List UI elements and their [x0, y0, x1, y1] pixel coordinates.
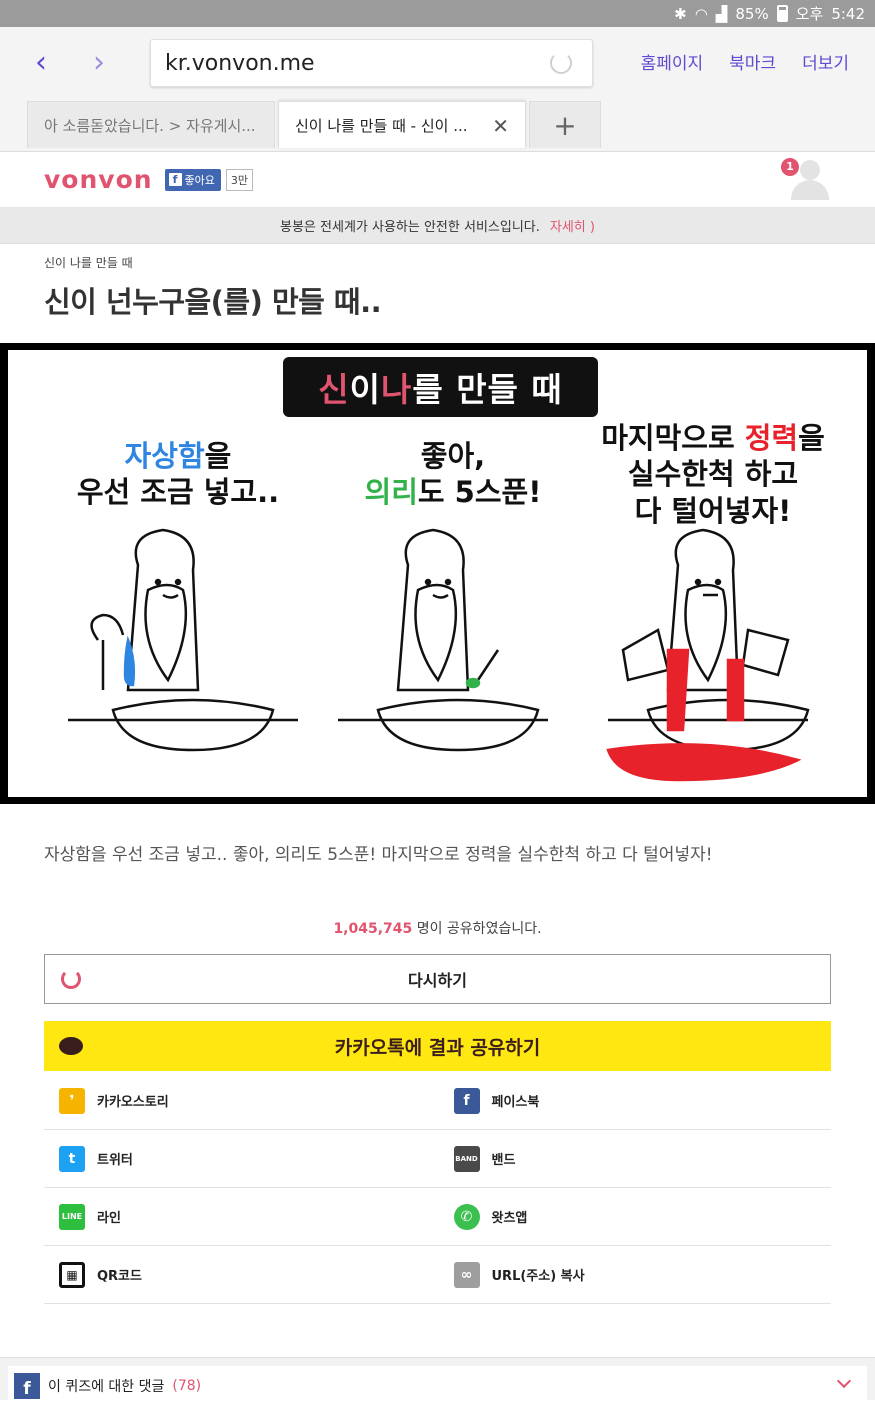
- url-text: kr.vonvon.me: [165, 50, 315, 76]
- comments-section: f 이 퀴즈에 대한 댓글 (78): [0, 1357, 875, 1406]
- share-label: URL(주소) 복사: [491, 1269, 585, 1284]
- share-line[interactable]: LINE 라인: [44, 1188, 438, 1245]
- signal-icon: ▟: [715, 4, 728, 23]
- retry-label: 다시하기: [408, 971, 467, 990]
- status-time: 5:42: [831, 4, 865, 23]
- new-tab-button[interactable]: +: [529, 101, 601, 148]
- share-row: t 트위터 BAND 밴드: [44, 1130, 831, 1188]
- tab-title: 아 소름돋았습니다. > 자유게시...: [44, 116, 256, 135]
- whatsapp-icon: ✆: [453, 1203, 480, 1230]
- kakao-share-label: 카카오톡에 결과 공유하기: [334, 1036, 541, 1059]
- god-illustrations: [68, 528, 810, 782]
- avatar-head: [800, 160, 820, 180]
- loyalty-spoon: [465, 677, 481, 689]
- share-label: 밴드: [491, 1153, 516, 1168]
- notice-text: 봉봉은 전세계가 사용하는 안전한 서비스입니다.: [280, 220, 540, 235]
- share-qr[interactable]: ▦ QR코드: [44, 1246, 438, 1303]
- vigor-spill: [606, 648, 802, 782]
- line-icon: LINE: [59, 1203, 85, 1230]
- twitter-icon: t: [59, 1145, 85, 1172]
- share-label: 라인: [97, 1211, 121, 1226]
- chevron-left-icon: ‹: [35, 44, 47, 80]
- tab-title: 신이 나를 만들 때 - 신이 ...: [295, 116, 468, 135]
- kakao-talk-icon: [59, 1037, 83, 1055]
- forward-button[interactable]: ›: [70, 37, 128, 87]
- share-band[interactable]: BAND 밴드: [438, 1130, 832, 1187]
- comments-label: 이 퀴즈에 대한 댓글: [48, 1379, 165, 1395]
- share-grid: ❜ 카카오스토리 f 페이스북 t 트위터 BAND 밴드 LINE 라인 ✆ …: [44, 1072, 831, 1304]
- god-figure-1: [68, 528, 298, 752]
- kakaostory-icon: ❜: [59, 1087, 85, 1114]
- tab-board[interactable]: 아 소름돋았습니다. > 자유게시...: [27, 101, 275, 148]
- share-count: 1,045,745 명이 공유하였습니다.: [0, 918, 875, 938]
- notification-badge: 1: [781, 158, 799, 176]
- share-url-copy[interactable]: ∞ URL(주소) 복사: [438, 1246, 832, 1303]
- facebook-icon: f: [453, 1087, 480, 1114]
- battery-percent: 85%: [735, 4, 769, 23]
- share-twitter[interactable]: t 트위터: [44, 1130, 438, 1187]
- plus-icon: +: [553, 108, 577, 142]
- bookmark-link[interactable]: 북마크: [729, 49, 776, 74]
- link-icon: ∞: [453, 1261, 480, 1288]
- battery-icon: [776, 5, 788, 22]
- breadcrumb: 신이 나를 만들 때: [44, 256, 133, 270]
- share-label: 페이스북: [491, 1095, 540, 1110]
- fb-like-button[interactable]: f 좋아요: [164, 168, 221, 191]
- share-label: 트위터: [97, 1153, 133, 1168]
- share-row: ▦ QR코드 ∞ URL(주소) 복사: [44, 1246, 831, 1304]
- browser-toolbar: ‹ › kr.vonvon.me 홈페이지 북마크 더보기: [0, 27, 875, 97]
- god-figure-2: [338, 528, 548, 752]
- share-row: LINE 라인 ✆ 왓츠앱: [44, 1188, 831, 1246]
- comments-count: (78): [172, 1378, 202, 1394]
- share-kakaostory[interactable]: ❜ 카카오스토리: [44, 1072, 438, 1129]
- more-link[interactable]: 더보기: [802, 49, 849, 74]
- refresh-icon: [61, 969, 81, 989]
- chevron-down-icon[interactable]: [836, 1373, 852, 1389]
- tab-quiz[interactable]: 신이 나를 만들 때 - 신이 ... ✕: [278, 101, 526, 148]
- wifi-icon: ◠: [694, 4, 708, 23]
- reload-icon[interactable]: [550, 52, 572, 74]
- status-bar: ✱ ◠ ▟ 85% 오후 5:42: [0, 0, 875, 27]
- page-title: 신이 넌누구을(를) 만들 때..: [44, 285, 382, 319]
- avatar-body: [791, 180, 829, 200]
- notice-more-link[interactable]: 자세히 ): [550, 216, 595, 235]
- share-label: 카카오스토리: [97, 1095, 169, 1110]
- fb-like-count: 3만: [225, 168, 254, 191]
- share-count-suffix: 명이 공유하였습니다.: [412, 921, 542, 937]
- chevron-right-icon: ›: [93, 44, 105, 80]
- safety-notice: 봉봉은 전세계가 사용하는 안전한 서비스입니다. 자세히 ): [0, 208, 875, 244]
- result-image-canvas: 신이 나를 만들 때 자상함을 우선 조금 넣고.. 좋아, 의리도 5스푼! …: [8, 350, 867, 797]
- result-caption: 자상함을 우선 조금 넣고.. 좋아, 의리도 5스푼! 마지막으로 정력을 실…: [44, 845, 713, 865]
- tab-strip: 아 소름돋았습니다. > 자유게시... 신이 나를 만들 때 - 신이 ...…: [0, 97, 875, 152]
- browser-menu: 홈페이지 북마크 더보기: [641, 49, 849, 74]
- vonvon-logo[interactable]: vonvon: [44, 165, 153, 194]
- home-link[interactable]: 홈페이지: [641, 49, 704, 74]
- fb-like-label: 좋아요: [184, 173, 215, 187]
- bluetooth-icon: ✱: [674, 4, 687, 23]
- qr-code-icon: ▦: [59, 1261, 85, 1288]
- close-icon[interactable]: ✕: [492, 114, 509, 138]
- share-row: ❜ 카카오스토리 f 페이스북: [44, 1072, 831, 1130]
- share-label: 왓츠앱: [491, 1211, 528, 1226]
- band-icon: BAND: [453, 1145, 480, 1172]
- facebook-icon: f: [14, 1373, 40, 1399]
- avatar[interactable]: 1: [781, 158, 831, 202]
- facebook-icon: f: [168, 173, 182, 186]
- comments-toggle[interactable]: f 이 퀴즈에 대한 댓글 (78): [8, 1366, 867, 1406]
- retry-button[interactable]: 다시하기: [44, 954, 831, 1004]
- share-label: QR코드: [97, 1269, 142, 1284]
- back-button[interactable]: ‹: [12, 37, 70, 87]
- site-header: vonvon f 좋아요 3만 1: [0, 152, 875, 208]
- share-facebook[interactable]: f 페이스북: [438, 1072, 832, 1129]
- kakao-share-button[interactable]: 카카오톡에 결과 공유하기: [44, 1021, 831, 1071]
- result-image: 신이 나를 만들 때 자상함을 우선 조금 넣고.. 좋아, 의리도 5스푼! …: [0, 343, 875, 804]
- share-whatsapp[interactable]: ✆ 왓츠앱: [438, 1188, 832, 1245]
- share-count-number: 1,045,745: [333, 921, 413, 937]
- status-ampm: 오후: [795, 5, 824, 23]
- god-figure-3: [608, 528, 810, 752]
- address-bar[interactable]: kr.vonvon.me: [150, 39, 593, 87]
